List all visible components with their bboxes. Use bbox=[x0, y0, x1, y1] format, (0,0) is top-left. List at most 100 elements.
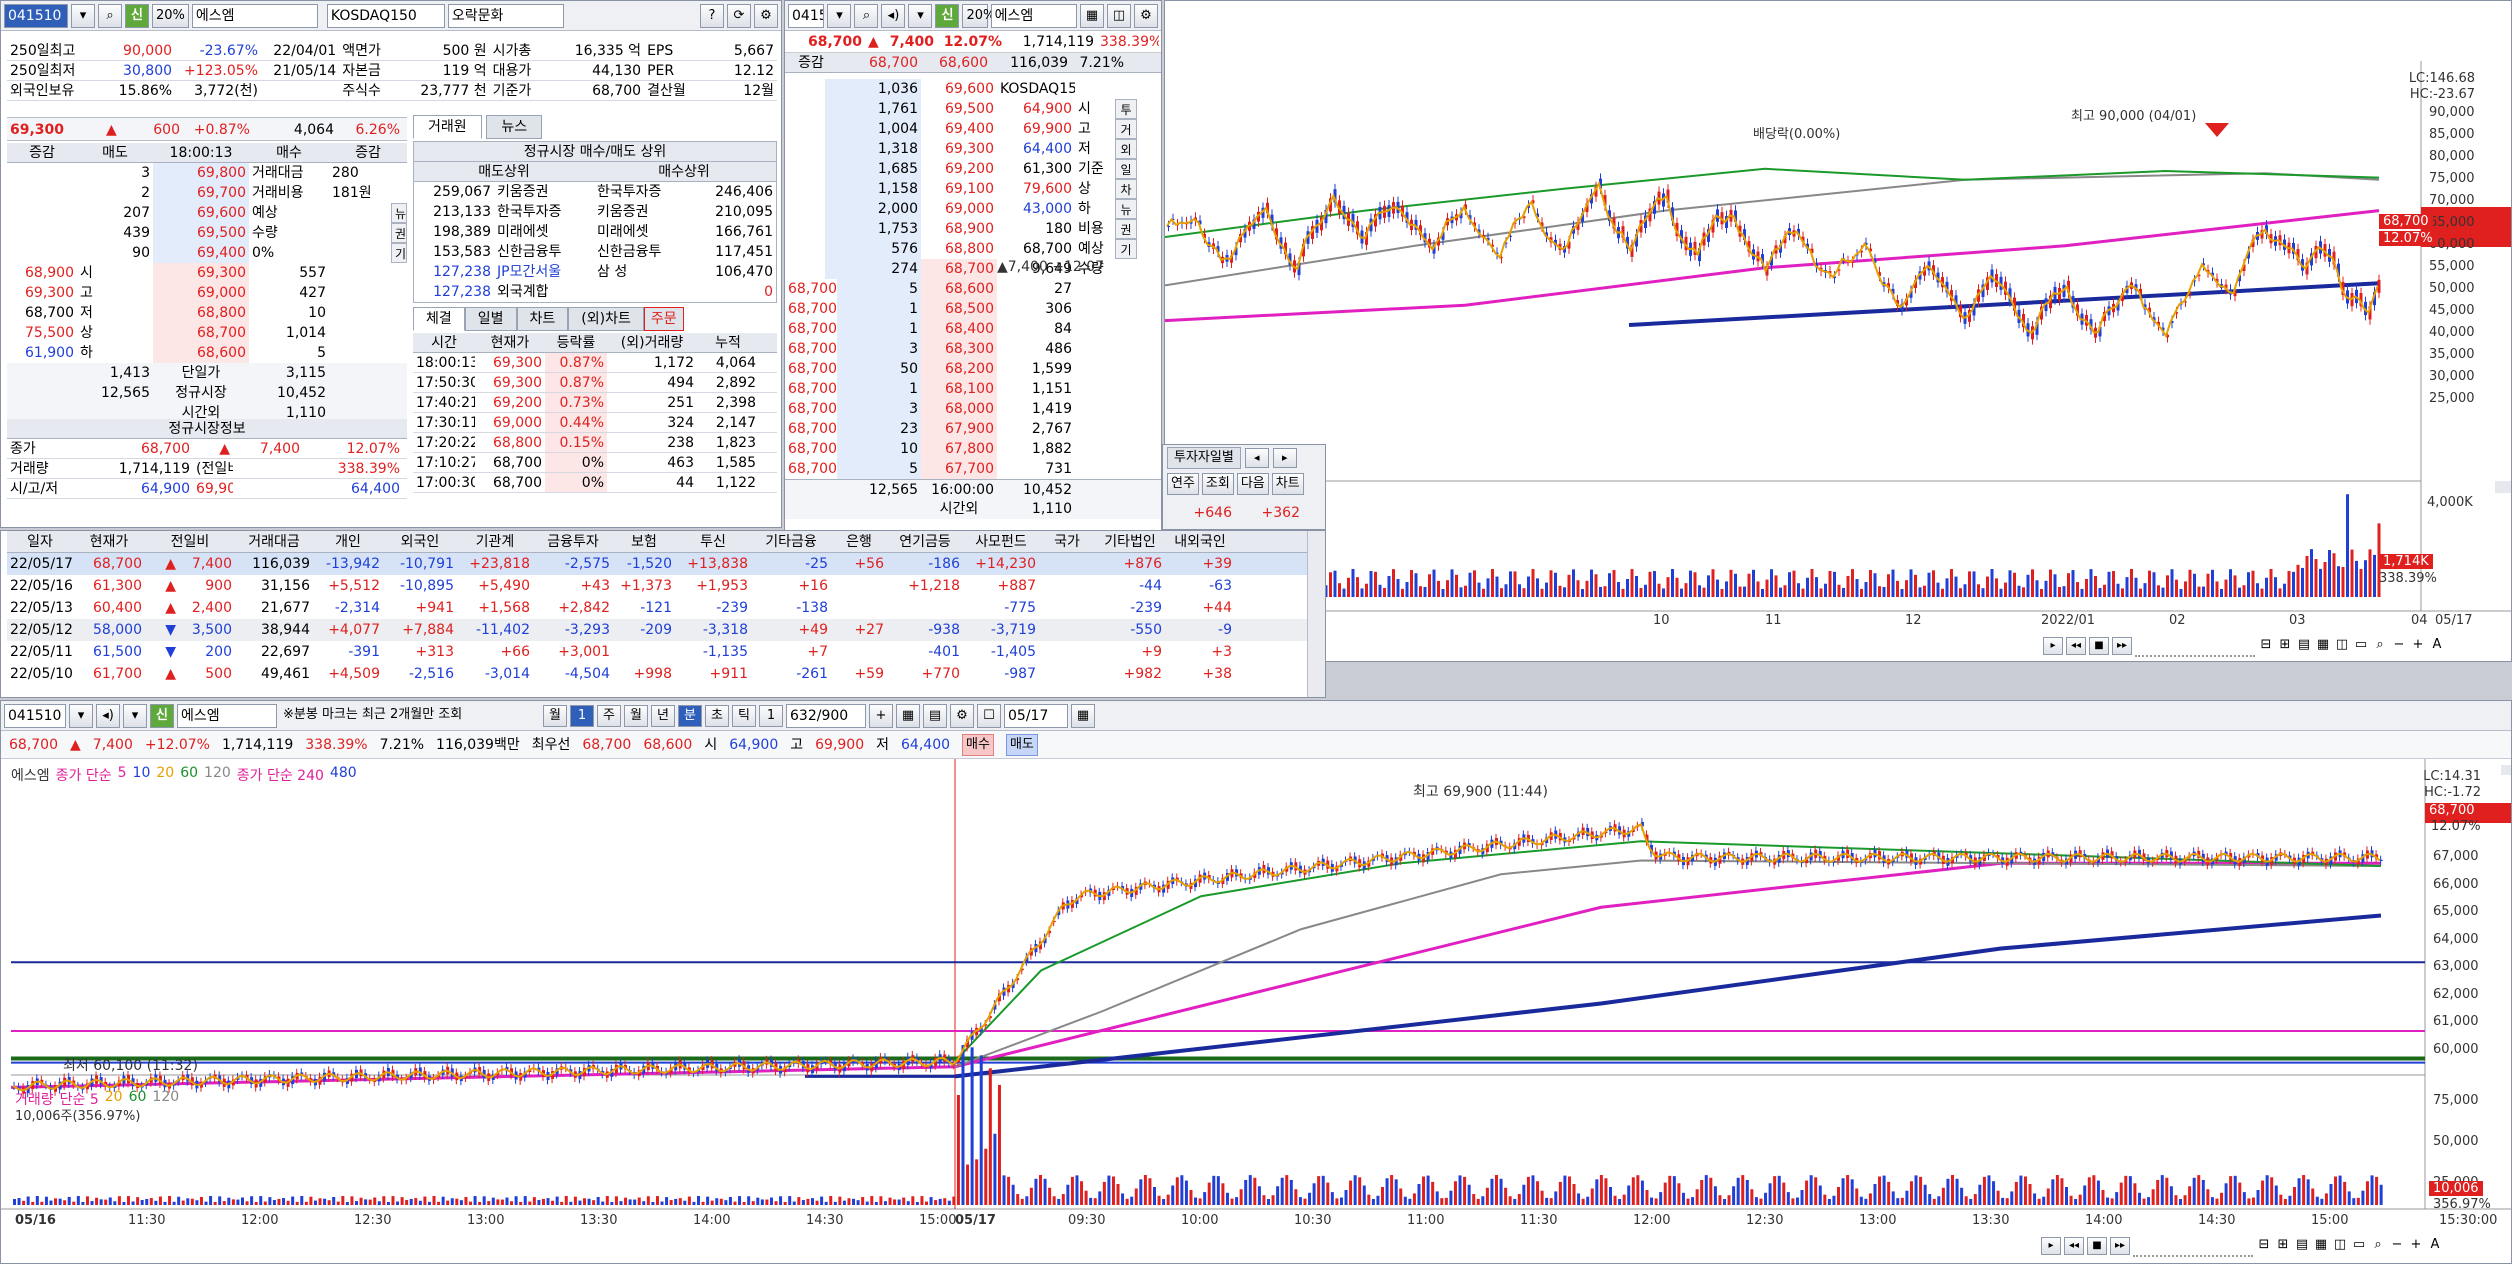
bid-row[interactable]: 61,900 하 68,600 5 bbox=[7, 343, 407, 363]
daily-chart-canvas[interactable] bbox=[1165, 1, 2512, 662]
buy-button[interactable]: 매수 bbox=[962, 734, 994, 756]
period-btn-3[interactable]: 월 bbox=[624, 704, 648, 727]
mid-gear-icon[interactable]: ⚙ bbox=[1133, 3, 1158, 28]
ask-row[interactable]: 3 69,800 거래대금 280 bbox=[7, 163, 407, 183]
investor-row[interactable]: 22/05/10 61,700 ▲ 500 49,461 +4,509 -2,516 -3,0… bbox=[7, 663, 1309, 685]
mid-ask-row[interactable]: 1,158 69,100 79,600 상 차 bbox=[785, 179, 1161, 199]
mid-code-input[interactable]: 041510 bbox=[788, 3, 825, 28]
broker-row[interactable]: 259,067 키움증권 한국투자증 246,406 bbox=[414, 182, 776, 202]
chart-tool-2[interactable]: ▤ bbox=[2294, 1237, 2310, 1257]
chart-tool-1[interactable]: ⊞ bbox=[2277, 637, 2293, 657]
sell-button[interactable]: 매도 bbox=[1005, 734, 1038, 756]
chart-nav-3[interactable]: ▸▸ bbox=[2112, 637, 2132, 655]
mid-side-tab[interactable]: 투 bbox=[1115, 99, 1137, 119]
period-btn-6[interactable]: 초 bbox=[705, 704, 729, 727]
intraday-code-input[interactable]: 041510 bbox=[4, 703, 66, 728]
chart-tool-8[interactable]: + bbox=[2408, 1237, 2424, 1257]
ask-row[interactable]: 207 69,600 예상 뉴 bbox=[7, 203, 407, 223]
chart-nav-0[interactable]: ▸ bbox=[2041, 1237, 2061, 1255]
trade-tab-2[interactable]: 차트 bbox=[516, 307, 569, 331]
period-btn-5[interactable]: 분 bbox=[678, 704, 702, 727]
bid-row[interactable]: 68,900 시 69,300 557 bbox=[7, 263, 407, 283]
mid-side-tab[interactable]: 일 bbox=[1115, 159, 1137, 179]
mid-bid-row[interactable]: 68,700 3 68,300 486 bbox=[785, 339, 1161, 359]
trade-tab-3[interactable]: (외)차트 bbox=[568, 307, 644, 331]
mid-ask-row[interactable]: 1,004 69,400 69,900 고 거 bbox=[785, 119, 1161, 139]
mid-side-tab[interactable]: 권 bbox=[1115, 219, 1137, 239]
chart-tool-5[interactable]: ▭ bbox=[2351, 1237, 2367, 1257]
mid-ask-row[interactable]: 576 68,800 68,700 예상 기 bbox=[785, 239, 1161, 259]
chart-tool-1[interactable]: ⊞ bbox=[2275, 1237, 2291, 1257]
intraday-dropdown-icon[interactable]: ▾ bbox=[69, 703, 93, 728]
export-icon[interactable]: ▦ bbox=[1079, 3, 1104, 28]
mid-name-field[interactable]: 에스엠 bbox=[990, 3, 1077, 28]
refresh-icon[interactable]: ⟳ bbox=[727, 3, 751, 28]
ask-row[interactable]: 439 69,500 수량 권 bbox=[7, 223, 407, 243]
tab-news[interactable]: 뉴스 bbox=[486, 115, 543, 139]
broker-row[interactable]: 153,583 신한금융투 신한금융투 117,451 bbox=[414, 242, 776, 262]
mid-bid-row[interactable]: 68,700 1 68,400 84 bbox=[785, 319, 1161, 339]
mid-side-tab[interactable] bbox=[1115, 79, 1137, 99]
bid-row[interactable]: 75,500 상 68,700 1,014 bbox=[7, 323, 407, 343]
investor-title[interactable]: 투자자일별 bbox=[1167, 447, 1241, 469]
next-icon[interactable]: ▸ bbox=[1272, 448, 1297, 468]
intraday-sound-icon[interactable]: ◂) bbox=[96, 703, 120, 728]
mid-bid-row[interactable]: 68,700 5 68,600 27 bbox=[785, 279, 1161, 299]
investor-row[interactable]: 22/05/12 58,000 ▼ 3,500 38,944 +4,077 +7,884 -1… bbox=[7, 619, 1309, 641]
calendar-icon[interactable]: ▦ bbox=[1071, 703, 1095, 728]
chart-nav-2[interactable]: ■ bbox=[2089, 637, 2109, 655]
chart-scroll-track[interactable] bbox=[2135, 637, 2255, 657]
date-check-icon[interactable]: ☐ bbox=[977, 703, 1001, 728]
broker-row[interactable]: 127,238 JP모간서울 삼 성 106,470 bbox=[414, 262, 776, 282]
investor-btn-1[interactable]: 조회 bbox=[1201, 473, 1234, 495]
broker-row[interactable]: 198,389 미래에셋 미래에셋 166,761 bbox=[414, 222, 776, 242]
help-icon[interactable]: ? bbox=[700, 3, 724, 28]
chart-tool-9[interactable]: A bbox=[2427, 1237, 2443, 1257]
side-button[interactable] bbox=[391, 183, 407, 203]
chart-tool-5[interactable]: ▭ bbox=[2353, 637, 2369, 657]
mid-side-tab[interactable]: 차 bbox=[1115, 179, 1137, 199]
mid-bid-row[interactable]: 68,700 23 67,900 2,767 bbox=[785, 419, 1161, 439]
investor-btn-2[interactable]: 다음 bbox=[1236, 473, 1269, 495]
sound-icon[interactable]: ◂) bbox=[881, 3, 906, 28]
chart-tool-0[interactable]: ⊟ bbox=[2256, 1237, 2272, 1257]
search-icon[interactable]: ⌕ bbox=[98, 3, 122, 28]
period-btn-1[interactable]: 1 bbox=[570, 704, 594, 727]
mid-search-icon[interactable]: ⌕ bbox=[854, 3, 879, 28]
mid-ask-row[interactable]: 1,761 69,500 64,900 시 투 bbox=[785, 99, 1161, 119]
mid-bid-row[interactable]: 68,700 1 68,500 306 bbox=[785, 299, 1161, 319]
mid-dropdown-icon[interactable]: ▾ bbox=[827, 3, 852, 28]
save-icon[interactable]: ▤ bbox=[923, 703, 947, 728]
date-field[interactable]: 05/17 bbox=[1004, 703, 1068, 728]
chart-nav-3[interactable]: ▸▸ bbox=[2110, 1237, 2130, 1255]
investor-row[interactable]: 22/05/11 61,500 ▼ 200 22,697 -391 +313 +66 +3,00… bbox=[7, 641, 1309, 663]
chart-tool-6[interactable]: ⌕ bbox=[2370, 1237, 2386, 1257]
trade-tab-0[interactable]: 체결 bbox=[413, 307, 465, 331]
chart-tool-3[interactable]: ▦ bbox=[2313, 1237, 2329, 1257]
chart-nav-1[interactable]: ◂◂ bbox=[2064, 1237, 2084, 1255]
mid-ask-row[interactable]: 274 68,700 9,649 수량 bbox=[785, 259, 1161, 279]
side-button[interactable] bbox=[391, 163, 407, 183]
period-btn-8[interactable]: 1 bbox=[759, 704, 783, 727]
mid-ask-row[interactable]: 1,685 69,200 61,300 기준 일 bbox=[785, 159, 1161, 179]
side-button[interactable]: 권 bbox=[391, 223, 407, 243]
chart-tool-2[interactable]: ▤ bbox=[2296, 637, 2312, 657]
chart-tool-7[interactable]: − bbox=[2391, 637, 2407, 657]
broker-row[interactable]: 213,133 한국투자증 키움증권 210,095 bbox=[414, 202, 776, 222]
investor-row[interactable]: 22/05/13 60,400 ▲ 2,400 21,677 -2,314 +941 +1,5… bbox=[7, 597, 1309, 619]
investor-btn-0[interactable]: 연주 bbox=[1167, 473, 1199, 495]
mid-arrow-icon[interactable]: ▾ bbox=[908, 3, 933, 28]
gear-icon[interactable]: ⚙ bbox=[754, 3, 778, 28]
code-dropdown-icon[interactable]: ▾ bbox=[71, 3, 95, 28]
chart-nav-2[interactable]: ■ bbox=[2087, 1237, 2107, 1255]
side-button[interactable]: 뉴 bbox=[391, 203, 407, 223]
intraday-gear-icon[interactable]: ⚙ bbox=[950, 703, 974, 728]
period-btn-4[interactable]: 년 bbox=[651, 704, 675, 727]
intraday-name-field[interactable]: 에스엠 bbox=[177, 703, 277, 728]
mid-bid-row[interactable]: 68,700 1 68,100 1,151 bbox=[785, 379, 1161, 399]
bid-row[interactable]: 68,700 저 68,800 10 bbox=[7, 303, 407, 323]
intraday-arrow-icon[interactable]: ▾ bbox=[123, 703, 147, 728]
investor-scrollbar[interactable] bbox=[1307, 531, 1325, 697]
mid-bid-row[interactable]: 68,700 50 68,200 1,599 bbox=[785, 359, 1161, 379]
mid-side-tab[interactable] bbox=[1115, 259, 1137, 279]
